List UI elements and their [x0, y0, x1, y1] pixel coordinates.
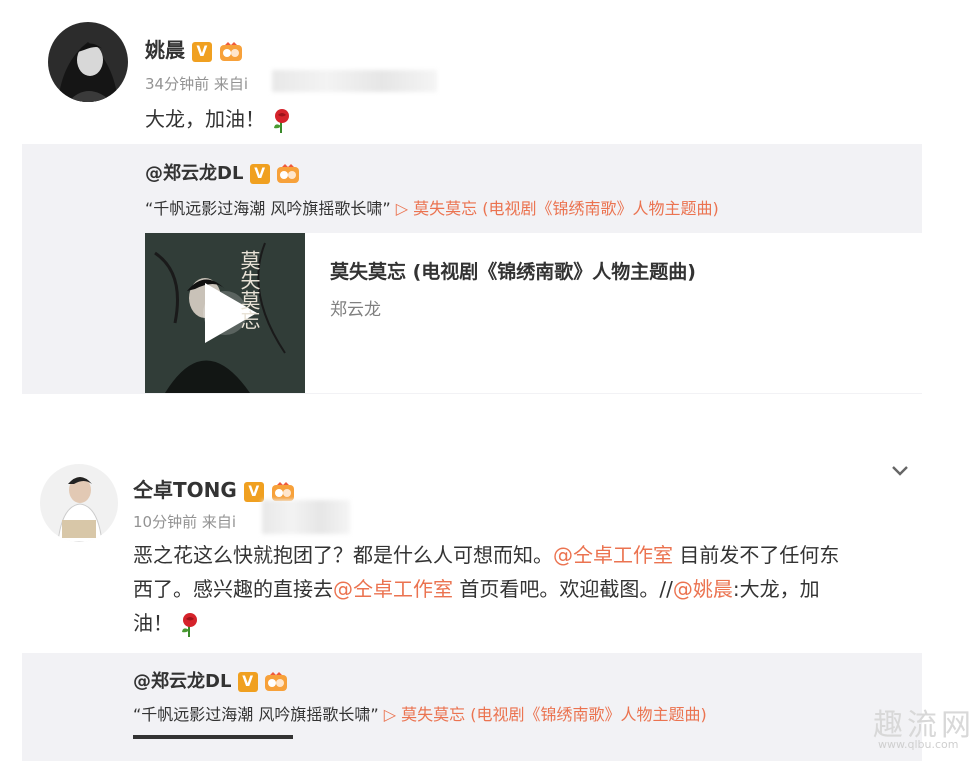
fan-badge-icon	[276, 164, 299, 183]
mention-link[interactable]: @姚晨	[673, 577, 733, 601]
post-content: 恶之花这么快就抱团了？都是什么人可想而知。@仝卓工作室 目前发不了任何东 西了。…	[133, 538, 913, 640]
post-time[interactable]: 10分钟前	[133, 513, 197, 531]
verified-v-icon: V	[237, 672, 258, 692]
blurred-source	[262, 500, 350, 534]
verified-v-icon: V	[191, 41, 212, 62]
mention-link[interactable]: @仝卓工作室	[333, 577, 453, 601]
watermark-url: www.qlbu.com	[878, 738, 959, 751]
music-title[interactable]: 莫失莫忘 (电视剧《锦绣南歌》人物主题曲)	[330, 257, 696, 284]
author-name[interactable]: 姚晨	[145, 38, 185, 62]
music-artist: 郑云龙	[330, 300, 381, 320]
cover-caption: 莫失莫忘	[237, 250, 261, 330]
post-content: 大龙，加油！	[145, 107, 265, 131]
post-time[interactable]: 34分钟前	[145, 75, 209, 93]
content-text: 恶之花这么快就抱团了？都是什么人可想而知。	[133, 543, 553, 567]
blurred-source	[272, 70, 437, 92]
post-source: i	[231, 513, 237, 531]
post-source-prefix: 来自	[201, 513, 232, 531]
fan-badge-icon	[219, 41, 242, 61]
album-cover[interactable]	[145, 233, 305, 393]
content-text: 油！	[133, 611, 173, 635]
fan-badge-icon	[264, 672, 287, 691]
content-text: 西了。感兴趣的直接去	[133, 577, 333, 601]
music-link[interactable]: ▷ 莫失莫忘 (电视剧《锦绣南歌》人物主题曲)	[396, 199, 719, 218]
media-preview-edge	[133, 735, 293, 739]
fan-badge-icon	[271, 481, 294, 501]
quoted-text: “千帆远影过海潮 风吟旗摇歌长啸”	[133, 705, 379, 724]
content-text: 首页看吧。欢迎截图。//	[453, 577, 673, 601]
author-name[interactable]: 仝卓TONG	[133, 478, 237, 502]
post-source: i	[243, 75, 249, 93]
rose-emoji-icon	[182, 612, 198, 637]
verified-v-icon: V	[243, 481, 264, 502]
music-link[interactable]: ▷ 莫失莫忘 (电视剧《锦绣南歌》人物主题曲)	[384, 705, 707, 724]
verified-v-icon: V	[249, 164, 270, 184]
mention-link[interactable]: @仝卓工作室	[553, 543, 673, 567]
rose-emoji-icon	[274, 108, 290, 133]
content-text: 目前发不了任何东	[673, 543, 840, 567]
avatar-tongzhuo[interactable]	[40, 464, 118, 542]
avatar-yaochen[interactable]	[48, 22, 128, 102]
chevron-down-icon[interactable]	[890, 464, 910, 478]
content-text: :大龙，加	[732, 577, 820, 601]
quoted-text: “千帆远影过海潮 风吟旗摇歌长啸”	[145, 199, 391, 218]
quoted-author[interactable]: @郑云龙DL	[133, 671, 231, 692]
quoted-author[interactable]: @郑云龙DL	[145, 163, 243, 184]
post-source-prefix: 来自	[213, 75, 244, 93]
